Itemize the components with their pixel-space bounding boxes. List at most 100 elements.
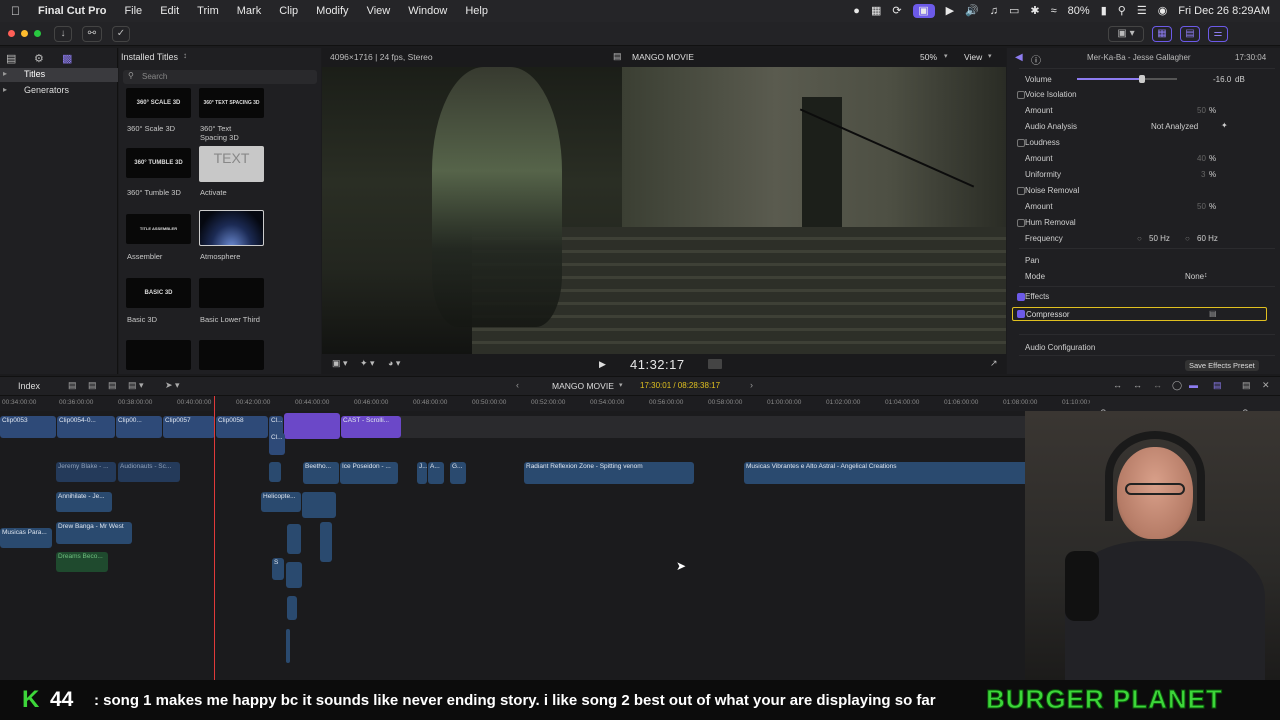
radio-50hz-icon[interactable]: ○ — [1137, 234, 1142, 243]
title-clip[interactable] — [284, 413, 340, 439]
video-clip[interactable]: Clip0057 — [163, 416, 215, 438]
audio-clip[interactable] — [286, 562, 302, 588]
menu-modify[interactable]: Modify — [307, 5, 357, 17]
play-button[interactable]: ▶ — [599, 359, 606, 370]
disclosure-arrow-icon[interactable]: ▸ — [3, 69, 7, 78]
back-arrow-icon[interactable]: ‹ — [516, 380, 519, 390]
volume-icon[interactable]: 🔊 — [965, 4, 979, 18]
forward-arrow-icon[interactable]: › — [750, 380, 753, 390]
sidebar-item-titles[interactable]: ▸ Titles — [0, 68, 118, 82]
audio-clip[interactable] — [287, 524, 301, 554]
music-icon[interactable]: ♫ — [990, 4, 998, 18]
media-library-icon[interactable]: ▤ — [6, 52, 16, 65]
snapping-icon[interactable]: ▬ — [1189, 380, 1198, 390]
audio-clip[interactable]: Musicas Vibrantes e Alto Astral - Angeli… — [744, 462, 1032, 484]
bluetooth-icon[interactable]: ✱ — [1030, 4, 1039, 18]
append-clip-icon[interactable]: ▤ — [68, 380, 77, 391]
chevron-updown-icon[interactable]: ↕ — [1204, 272, 1208, 279]
chevron-down-icon[interactable]: ▾ — [988, 52, 992, 60]
audio-clip[interactable]: Helicopte... — [261, 492, 301, 512]
workspace-inspector-icon[interactable]: ⚌ — [1208, 26, 1228, 42]
title-thumb[interactable] — [126, 340, 191, 370]
amount-value[interactable]: 40 — [1197, 154, 1206, 163]
pan-mode-select[interactable]: None — [1185, 272, 1204, 281]
workspace-browser-icon[interactable]: ▦ — [1152, 26, 1172, 42]
hum-removal-checkbox[interactable] — [1017, 219, 1025, 227]
audio-clip[interactable]: Jeremy Blake - ... — [56, 462, 116, 482]
grid-icon[interactable]: ▦ — [871, 4, 881, 18]
loudness-checkbox[interactable] — [1017, 139, 1025, 147]
window-close-button[interactable] — [8, 30, 15, 37]
voice-isolation-checkbox[interactable] — [1017, 91, 1025, 99]
select-tool-icon[interactable]: ➤ ▾ — [165, 380, 180, 391]
speed-icon[interactable]: ◕ ▾ — [388, 358, 400, 369]
zoom-fit-icon[interactable]: ↔ — [1133, 380, 1142, 390]
view-menu[interactable]: View — [964, 52, 982, 62]
sidebar-item-generators[interactable]: ▸ Generators — [0, 84, 118, 98]
timeline-ruler[interactable]: 00:34:00:00 00:36:00:00 00:38:00:00 00:4… — [0, 396, 1096, 411]
video-clip[interactable]: Cl... — [269, 433, 285, 455]
keyword-icon[interactable]: ⚯ — [82, 26, 102, 42]
audio-clip[interactable] — [286, 629, 290, 663]
noise-removal-checkbox[interactable] — [1017, 187, 1025, 195]
connect-clip-icon[interactable]: ▤ — [108, 380, 117, 391]
title-thumb[interactable] — [199, 278, 264, 308]
save-effects-preset-button[interactable]: Save Effects Preset — [1185, 360, 1259, 371]
amount-value[interactable]: 50 — [1197, 106, 1206, 115]
menu-view[interactable]: View — [358, 5, 400, 17]
browser-header[interactable]: Installed Titles — [121, 52, 178, 62]
video-clip[interactable]: Clip0054-0... — [57, 416, 115, 438]
frequency-60hz[interactable]: 60 Hz — [1197, 234, 1218, 243]
amount-value[interactable]: 50 — [1197, 202, 1206, 211]
control-center-icon[interactable]: ☰ — [1137, 4, 1147, 18]
photos-icon[interactable]: ⚙ — [34, 52, 44, 65]
background-tasks-icon[interactable]: ✓ — [112, 26, 130, 42]
menu-edit[interactable]: Edit — [151, 5, 188, 17]
spotlight-search-icon[interactable]: ⚲ — [1118, 4, 1126, 18]
title-thumb[interactable]: TITLE ASSEMBLER — [126, 214, 191, 244]
title-thumb[interactable] — [199, 210, 264, 246]
headphones-icon[interactable]: ◯ — [1172, 380, 1182, 391]
info-inspector-tab-icon[interactable]: ⓘ — [1031, 52, 1041, 67]
title-thumb[interactable]: TEXT — [199, 146, 264, 182]
volume-slider[interactable] — [1077, 75, 1177, 83]
audio-clip[interactable] — [302, 492, 336, 518]
crop-tool-icon[interactable]: ▣ ▾ — [332, 358, 348, 369]
siri-icon[interactable]: ◉ — [1158, 4, 1168, 18]
menu-file[interactable]: File — [115, 5, 151, 17]
menu-mark[interactable]: Mark — [228, 5, 270, 17]
clip-appearance-icon[interactable]: ▤ — [1213, 380, 1222, 391]
zoom-fit-icon[interactable]: ↔ — [1113, 380, 1122, 390]
zoom-select[interactable]: 50% — [920, 52, 937, 62]
menu-trim[interactable]: Trim — [188, 5, 228, 17]
frequency-50hz[interactable]: 50 Hz — [1149, 234, 1170, 243]
audio-clip[interactable]: S — [272, 558, 284, 580]
playhead[interactable] — [214, 396, 215, 680]
display-icon[interactable]: ▭ — [1009, 4, 1019, 18]
effect-settings-icon[interactable]: ▤ — [1209, 309, 1217, 318]
disclosure-arrow-icon[interactable]: ▸ — [3, 85, 7, 94]
skimming-icon[interactable]: ↔ — [1153, 380, 1162, 390]
overwrite-clip-icon[interactable]: ▤ ▾ — [128, 380, 144, 391]
audio-clip[interactable] — [287, 596, 297, 620]
menu-help[interactable]: Help — [456, 5, 497, 17]
timeline-index-button[interactable]: Index — [18, 381, 40, 391]
apple-icon[interactable]:  — [0, 4, 29, 18]
insert-clip-icon[interactable]: ▤ — [88, 380, 97, 391]
menu-window[interactable]: Window — [399, 5, 456, 17]
video-frame[interactable] — [322, 67, 1006, 354]
title-thumb[interactable]: 360° TEXT SPACING 3D — [199, 88, 264, 118]
import-icon[interactable]: ↓ — [54, 26, 72, 42]
audio-clip[interactable]: Musicas Para... — [0, 528, 52, 548]
radio-60hz-icon[interactable]: ○ — [1185, 234, 1190, 243]
timeline-project-name[interactable]: MANGO MOVIE — [552, 381, 614, 391]
audio-clip[interactable]: Beetho... — [303, 462, 339, 484]
compressor-row[interactable]: Compressor ▤ — [1012, 307, 1267, 321]
audio-clip[interactable]: Radiant Reflexion Zone - Spitting venom — [524, 462, 694, 484]
video-clip[interactable]: Clip0053 — [0, 416, 56, 438]
status-circle-icon[interactable]: ● — [853, 4, 860, 18]
search-field[interactable]: ⚲ Search — [123, 70, 317, 84]
compressor-checkbox[interactable] — [1017, 310, 1025, 318]
battery-icon[interactable]: ▮ — [1101, 4, 1107, 18]
chevron-down-icon[interactable]: ▾ — [619, 381, 623, 389]
